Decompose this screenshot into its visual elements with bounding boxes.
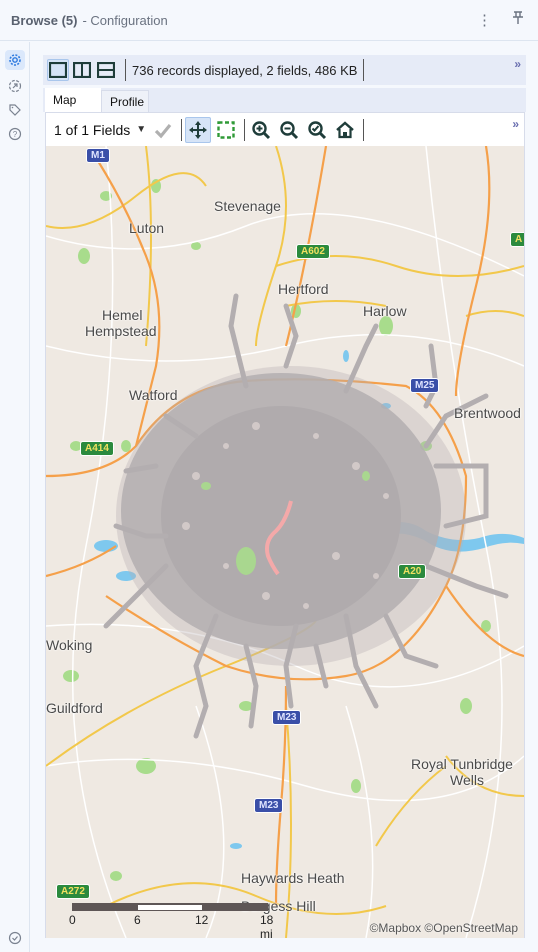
map-toolbar: 1 of 1 Fields ▼ »: [46, 113, 524, 146]
scale-tick-label: 0: [69, 913, 76, 927]
split-vertical-icon: [73, 62, 91, 78]
place-label: Guildford: [46, 700, 103, 716]
sidebar-item-annotation[interactable]: [5, 100, 25, 120]
scale-tick-label: 6: [134, 913, 141, 927]
window-subtitle: - Configuration: [82, 12, 168, 28]
place-label: Brentwood: [454, 405, 521, 421]
select-tool-button[interactable]: [213, 117, 239, 143]
zoom-out-button[interactable]: [276, 117, 302, 143]
zoom-out-icon: [280, 120, 299, 139]
apply-button[interactable]: [150, 117, 176, 143]
place-label: Wells: [450, 772, 484, 788]
config-sidebar: ?: [0, 42, 30, 952]
pan-icon: [189, 120, 208, 139]
scale-tick-label: 12: [195, 913, 209, 927]
road-shield: M1: [86, 148, 110, 163]
browse-toolbar: 736 records displayed, 2 fields, 486 KB …: [43, 55, 526, 85]
window-titlebar: Browse (5) - Configuration ⋮: [0, 0, 538, 41]
toolbar-divider: [244, 118, 246, 141]
arrow-in-circle-icon: [8, 79, 22, 93]
home-button[interactable]: [332, 117, 358, 143]
map-view: 1 of 1 Fields ▼ » Stevenage Luton Hertfo…: [45, 112, 525, 938]
place-label: Haywards Heath: [241, 870, 345, 886]
road-shield: M25: [410, 378, 440, 393]
zoom-in-button[interactable]: [248, 117, 274, 143]
records-summary: 736 records displayed, 2 fields, 486 KB: [132, 62, 358, 78]
window-title: Browse (5): [11, 12, 78, 28]
layout-split-horizontal-button[interactable]: [95, 59, 117, 81]
tab-profile[interactable]: Profile: [101, 90, 149, 112]
road-shield: M23: [254, 798, 284, 813]
place-label: Royal Tunbridge: [411, 756, 513, 772]
road-shield: A414: [80, 441, 114, 456]
road-shield: A20: [398, 564, 427, 579]
toolbar-divider: [363, 59, 365, 81]
tab-map[interactable]: Map: [45, 88, 101, 112]
road-shield: A602: [296, 244, 330, 259]
basemap: [46, 146, 524, 938]
road-shield: A272: [56, 884, 90, 899]
check-icon: [155, 123, 172, 138]
browse-panel: 736 records displayed, 2 fields, 486 KB …: [43, 55, 526, 941]
scale-segment: [138, 905, 202, 910]
home-icon: [336, 120, 354, 138]
pin-icon[interactable]: [512, 11, 524, 29]
more-vertical-icon[interactable]: ⋮: [477, 11, 492, 29]
road-shield: M23: [272, 710, 302, 725]
place-label: Hemel: [102, 307, 143, 323]
layout-split-vertical-button[interactable]: [71, 59, 93, 81]
toolbar-divider: [363, 118, 365, 141]
zoom-in-icon: [252, 120, 271, 139]
split-horizontal-icon: [97, 62, 115, 78]
sidebar-item-connections[interactable]: [5, 76, 25, 96]
single-pane-icon: [49, 62, 67, 78]
place-label: Harlow: [363, 303, 407, 319]
map-toolbar-overflow-button[interactable]: »: [512, 117, 519, 131]
zoom-to-selection-icon: [308, 120, 327, 139]
sidebar-item-help[interactable]: ?: [5, 124, 25, 144]
place-label: Woking: [46, 637, 93, 653]
place-label: Stevenage: [214, 198, 281, 214]
toolbar-divider: [125, 59, 126, 81]
select-rectangle-icon: [217, 120, 235, 139]
scale-tick-label: 18 mi: [260, 913, 274, 938]
toolbar-overflow-button[interactable]: »: [514, 57, 521, 71]
place-label: Hempstead: [85, 323, 157, 339]
view-tabs: Map Profile: [43, 88, 526, 112]
layout-single-button[interactable]: [47, 59, 69, 81]
check-circle-icon: [8, 931, 22, 945]
map-canvas[interactable]: Stevenage Luton Hertford Harlow Hemel He…: [46, 146, 524, 938]
toolbar-divider: [181, 118, 183, 141]
chevron-down-icon[interactable]: ▼: [136, 124, 146, 135]
zoom-to-selection-button[interactable]: [304, 117, 330, 143]
fields-select[interactable]: 1 of 1 Fields: [54, 122, 130, 138]
sidebar-item-status[interactable]: [5, 928, 25, 948]
map-attribution[interactable]: ©Mapbox ©OpenStreetMap: [370, 921, 518, 935]
place-label: Hertford: [278, 281, 329, 297]
road-shield: A: [510, 232, 524, 247]
pan-tool-button[interactable]: [185, 116, 212, 143]
tag-icon: [9, 104, 21, 116]
place-label: Luton: [129, 220, 165, 236]
svg-text:?: ?: [13, 130, 18, 139]
sidebar-item-configuration[interactable]: [5, 50, 25, 70]
gear-icon: [9, 54, 21, 66]
help-icon: ?: [8, 127, 22, 141]
place-label: Watford: [129, 387, 178, 403]
